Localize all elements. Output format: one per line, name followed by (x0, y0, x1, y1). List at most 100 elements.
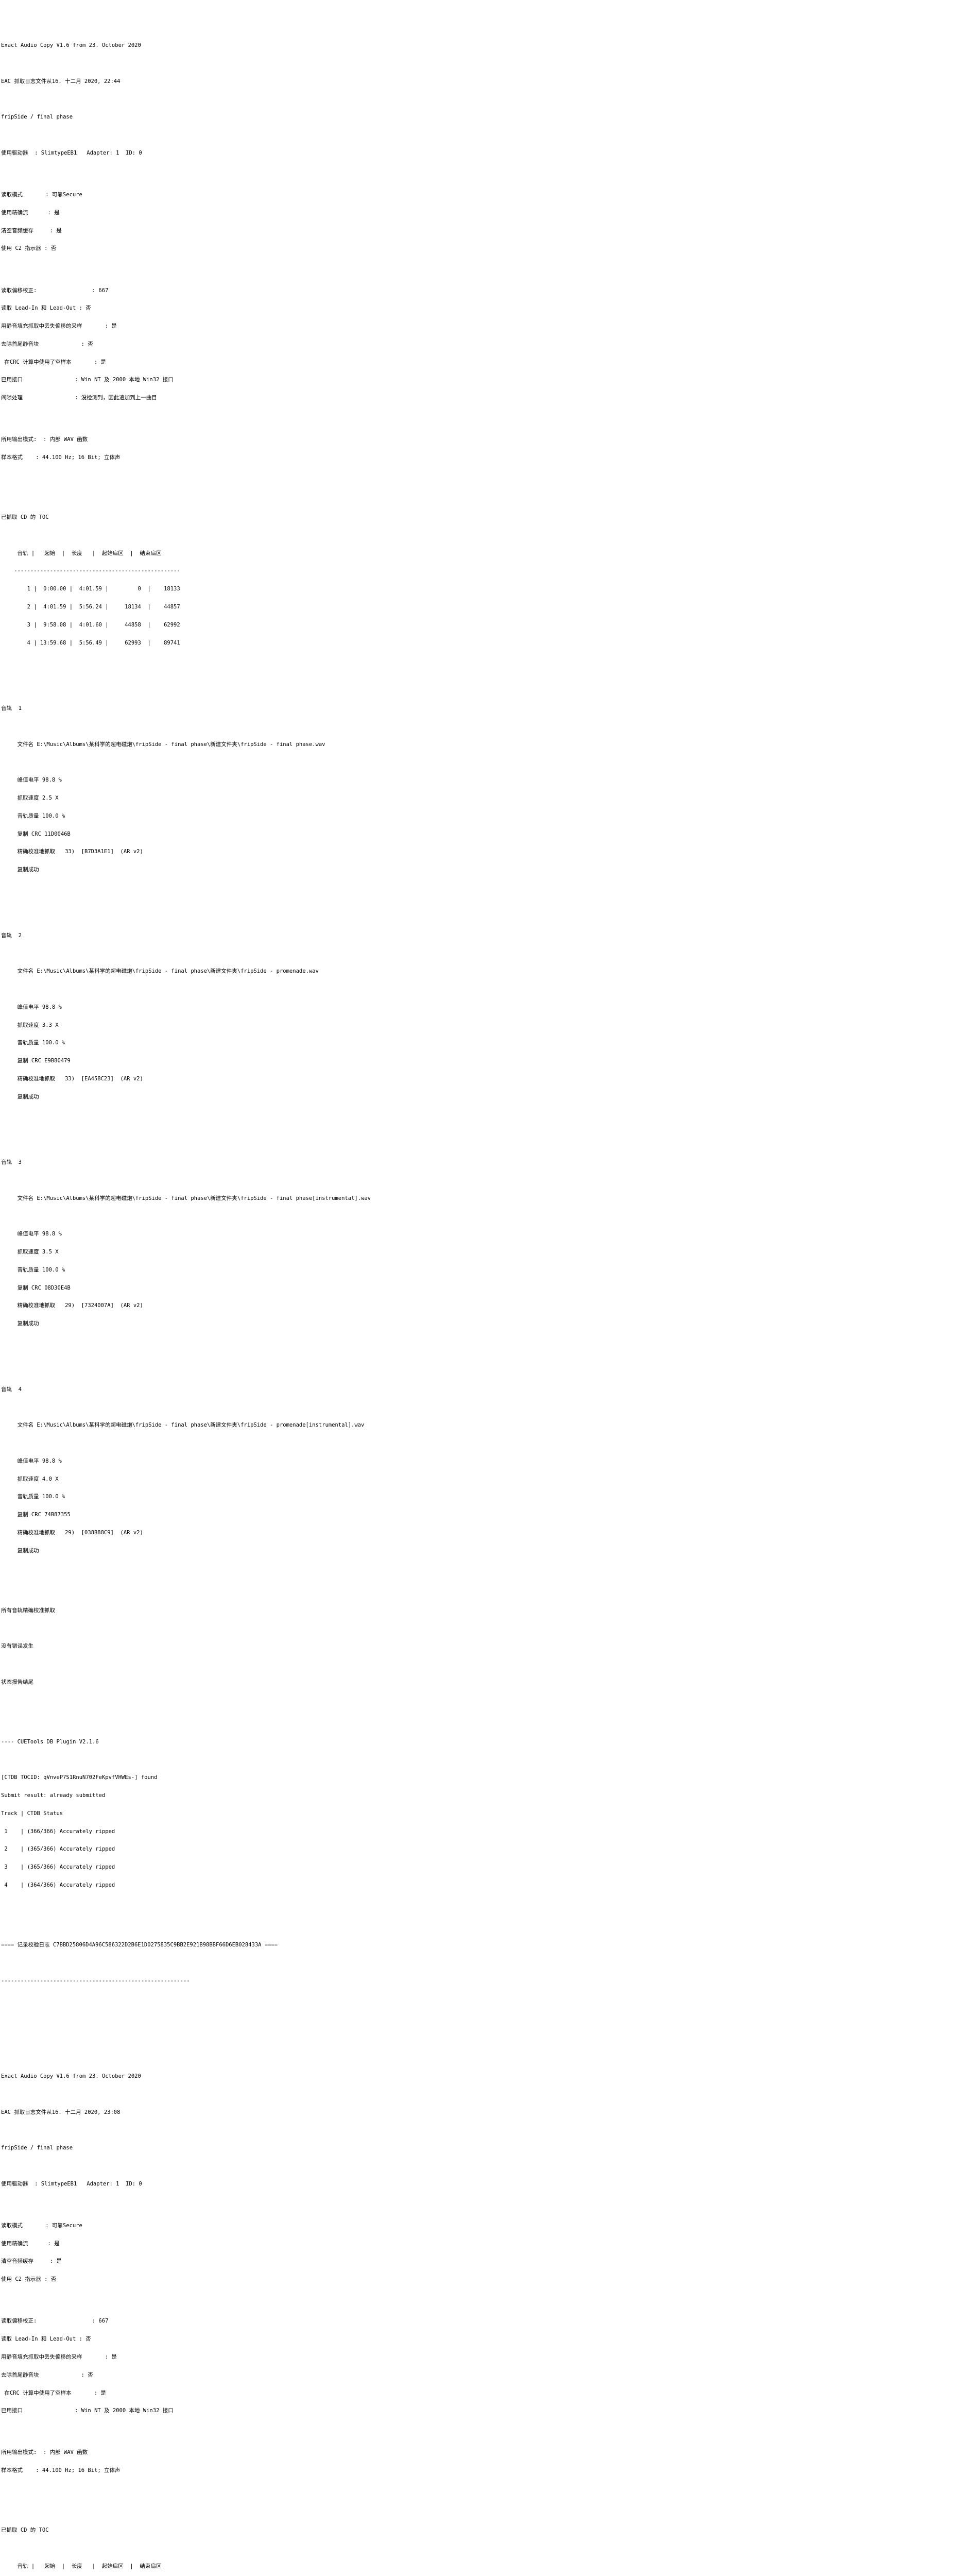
ctdb-row: 3 | (365/366) Accurately ripped (1, 1864, 115, 1871)
track-stat: 精确校准地抓取 33) [B7D3A1E1] (AR v2) (1, 849, 143, 855)
toc-heading: 已抓取 CD 的 TOC (1, 2527, 49, 2534)
track-stat: 精确校准地抓取 33) [EA458C23] (AR v2) (1, 1075, 143, 1082)
drive-line: 使用驱动器 : SlimtypeEB1 Adapter: 1 ID: 0 (1, 2180, 142, 2187)
ctdb-row: 1 | (366/366) Accurately ripped (1, 1828, 115, 1835)
setting-line: 去除首尾静音块 : 否 (1, 2371, 93, 2378)
output-mode-line: 所用输出模式: : 内部 WAV 函数 (1, 2449, 88, 2456)
track-stat: 复制 CRC 08D30E4B (1, 1284, 71, 1291)
setting-line: 已用接口 : Win NT 及 2000 本地 Win32 接口 (1, 2408, 174, 2414)
app-version-line: Exact Audio Copy V1.6 from 23. October 2… (1, 2073, 141, 2080)
track-title: 音轨 1 (1, 705, 22, 712)
setting-line: 读取 Lead-In 和 Lead-Out : 否 (1, 305, 91, 312)
log-section-1: Exact Audio Copy V1.6 from 23. October 2… (1, 25, 980, 2032)
track-stat: 音轨质量 100.0 % (1, 812, 65, 819)
ctdb-row: 2 | (365/366) Accurately ripped (1, 1846, 115, 1853)
track-filename: 文件名 E:\Music\Albums\某科学的超电磁炮\fripSide - … (1, 968, 319, 975)
output-mode-line: 所用输出模式: : 内部 WAV 函数 (1, 436, 88, 443)
track-stat: 复制成功 (1, 1547, 39, 1554)
setting-line: 使用 C2 指示器 : 否 (1, 245, 57, 252)
setting-line: 在CRC 计算中使用了空样本 : 是 (1, 359, 107, 365)
no-errors-line: 没有错误发生 (1, 1643, 33, 1650)
setting-line: 已用接口 : Win NT 及 2000 本地 Win32 接口 (1, 377, 174, 383)
track-stat: 抓取速度 3.3 X (1, 1022, 59, 1028)
sample-format-line: 样本格式 : 44.100 Hz; 16 Bit; 立体声 (1, 2467, 121, 2474)
track-stat: 抓取速度 2.5 X (1, 794, 59, 801)
setting-line: 读取 Lead-In 和 Lead-Out : 否 (1, 2336, 91, 2343)
track-stat: 复制成功 (1, 1093, 39, 1100)
track-title: 音轨 4 (1, 1386, 22, 1393)
track-filename: 文件名 E:\Music\Albums\某科学的超电磁炮\fripSide - … (1, 1195, 371, 1201)
app-version-line: Exact Audio Copy V1.6 from 23. October 2… (1, 42, 141, 49)
eac-log-document: Exact Audio Copy V1.6 from 23. October 2… (0, 0, 980, 2576)
track-stat: 音轨质量 100.0 % (1, 1494, 65, 1500)
sample-format-line: 样本格式 : 44.100 Hz; 16 Bit; 立体声 (1, 454, 121, 461)
album-line: fripSide / final phase (1, 114, 73, 121)
track-filename: 文件名 E:\Music\Albums\某科学的超电磁炮\fripSide - … (1, 1422, 365, 1429)
setting-line: 清空音频缓存 : 是 (1, 227, 62, 234)
setting-line: 读取偏移校正: : 667 (1, 287, 109, 294)
toc-heading: 已抓取 CD 的 TOC (1, 514, 49, 521)
setting-line: 用静音填充抓取中丢失偏移的采样 : 是 (1, 323, 117, 330)
track-stat: 复制 CRC E9B80479 (1, 1058, 71, 1064)
ctdb-row: 4 | (364/366) Accurately ripped (1, 1882, 115, 1889)
track-stat: 复制 CRC 11D0046B (1, 831, 71, 837)
rip-date-line: EAC 抓取日志文件从16. 十二月 2020, 22:44 (1, 78, 121, 84)
toc-row: 1 | 0:00.00 | 4:01.59 | 0 | 18133 (1, 586, 180, 592)
track-filename: 文件名 E:\Music\Albums\某科学的超电磁炮\fripSide - … (1, 741, 325, 748)
track-stat: 抓取速度 4.0 X (1, 1476, 59, 1482)
setting-line: 读取模式 : 可靠Secure (1, 192, 82, 198)
all-tracks-accurate-line: 所有音轨精确校准抓取 (1, 1607, 55, 1614)
track-stat: 复制成功 (1, 867, 39, 873)
track-stat: 精确校准地抓取 29) [7324007A] (AR v2) (1, 1302, 143, 1309)
setting-line: 读取偏移校正: : 667 (1, 2318, 109, 2325)
setting-line: 清空音频缓存 : 是 (1, 2258, 62, 2265)
setting-line: 使用精确流 : 是 (1, 209, 60, 216)
track-stat: 精确校准地抓取 29) [038B88C9] (AR v2) (1, 1530, 143, 1536)
log-checksum-line: ==== 记录校验日志 C7BBD25806D4A96C586322D2B6E1… (1, 1941, 278, 1948)
track-stat: 音轨质量 100.0 % (1, 1266, 65, 1273)
setting-line: 去除首尾静音块 : 否 (1, 341, 93, 347)
ctdb-tocid-line: [CTDB TOCID: qVnveP7S1RnuN702FeKpvfVHWEs… (1, 1774, 158, 1781)
toc-row: 4 | 13:59.68 | 5:56.49 | 62993 | 89741 (1, 639, 180, 646)
end-of-status-line: 状态报告结尾 (1, 1679, 33, 1685)
setting-line: 间隙处理 : 没检测到，因此追加到上一曲目 (1, 395, 157, 401)
toc-row: 3 | 9:58.08 | 4:01.60 | 44858 | 62992 (1, 621, 180, 628)
toc-row: 2 | 4:01.59 | 5:56.24 | 18134 | 44857 (1, 603, 180, 610)
ctdb-submit-line: Submit result: already submitted (1, 1792, 106, 1799)
track-title: 音轨 3 (1, 1159, 22, 1166)
